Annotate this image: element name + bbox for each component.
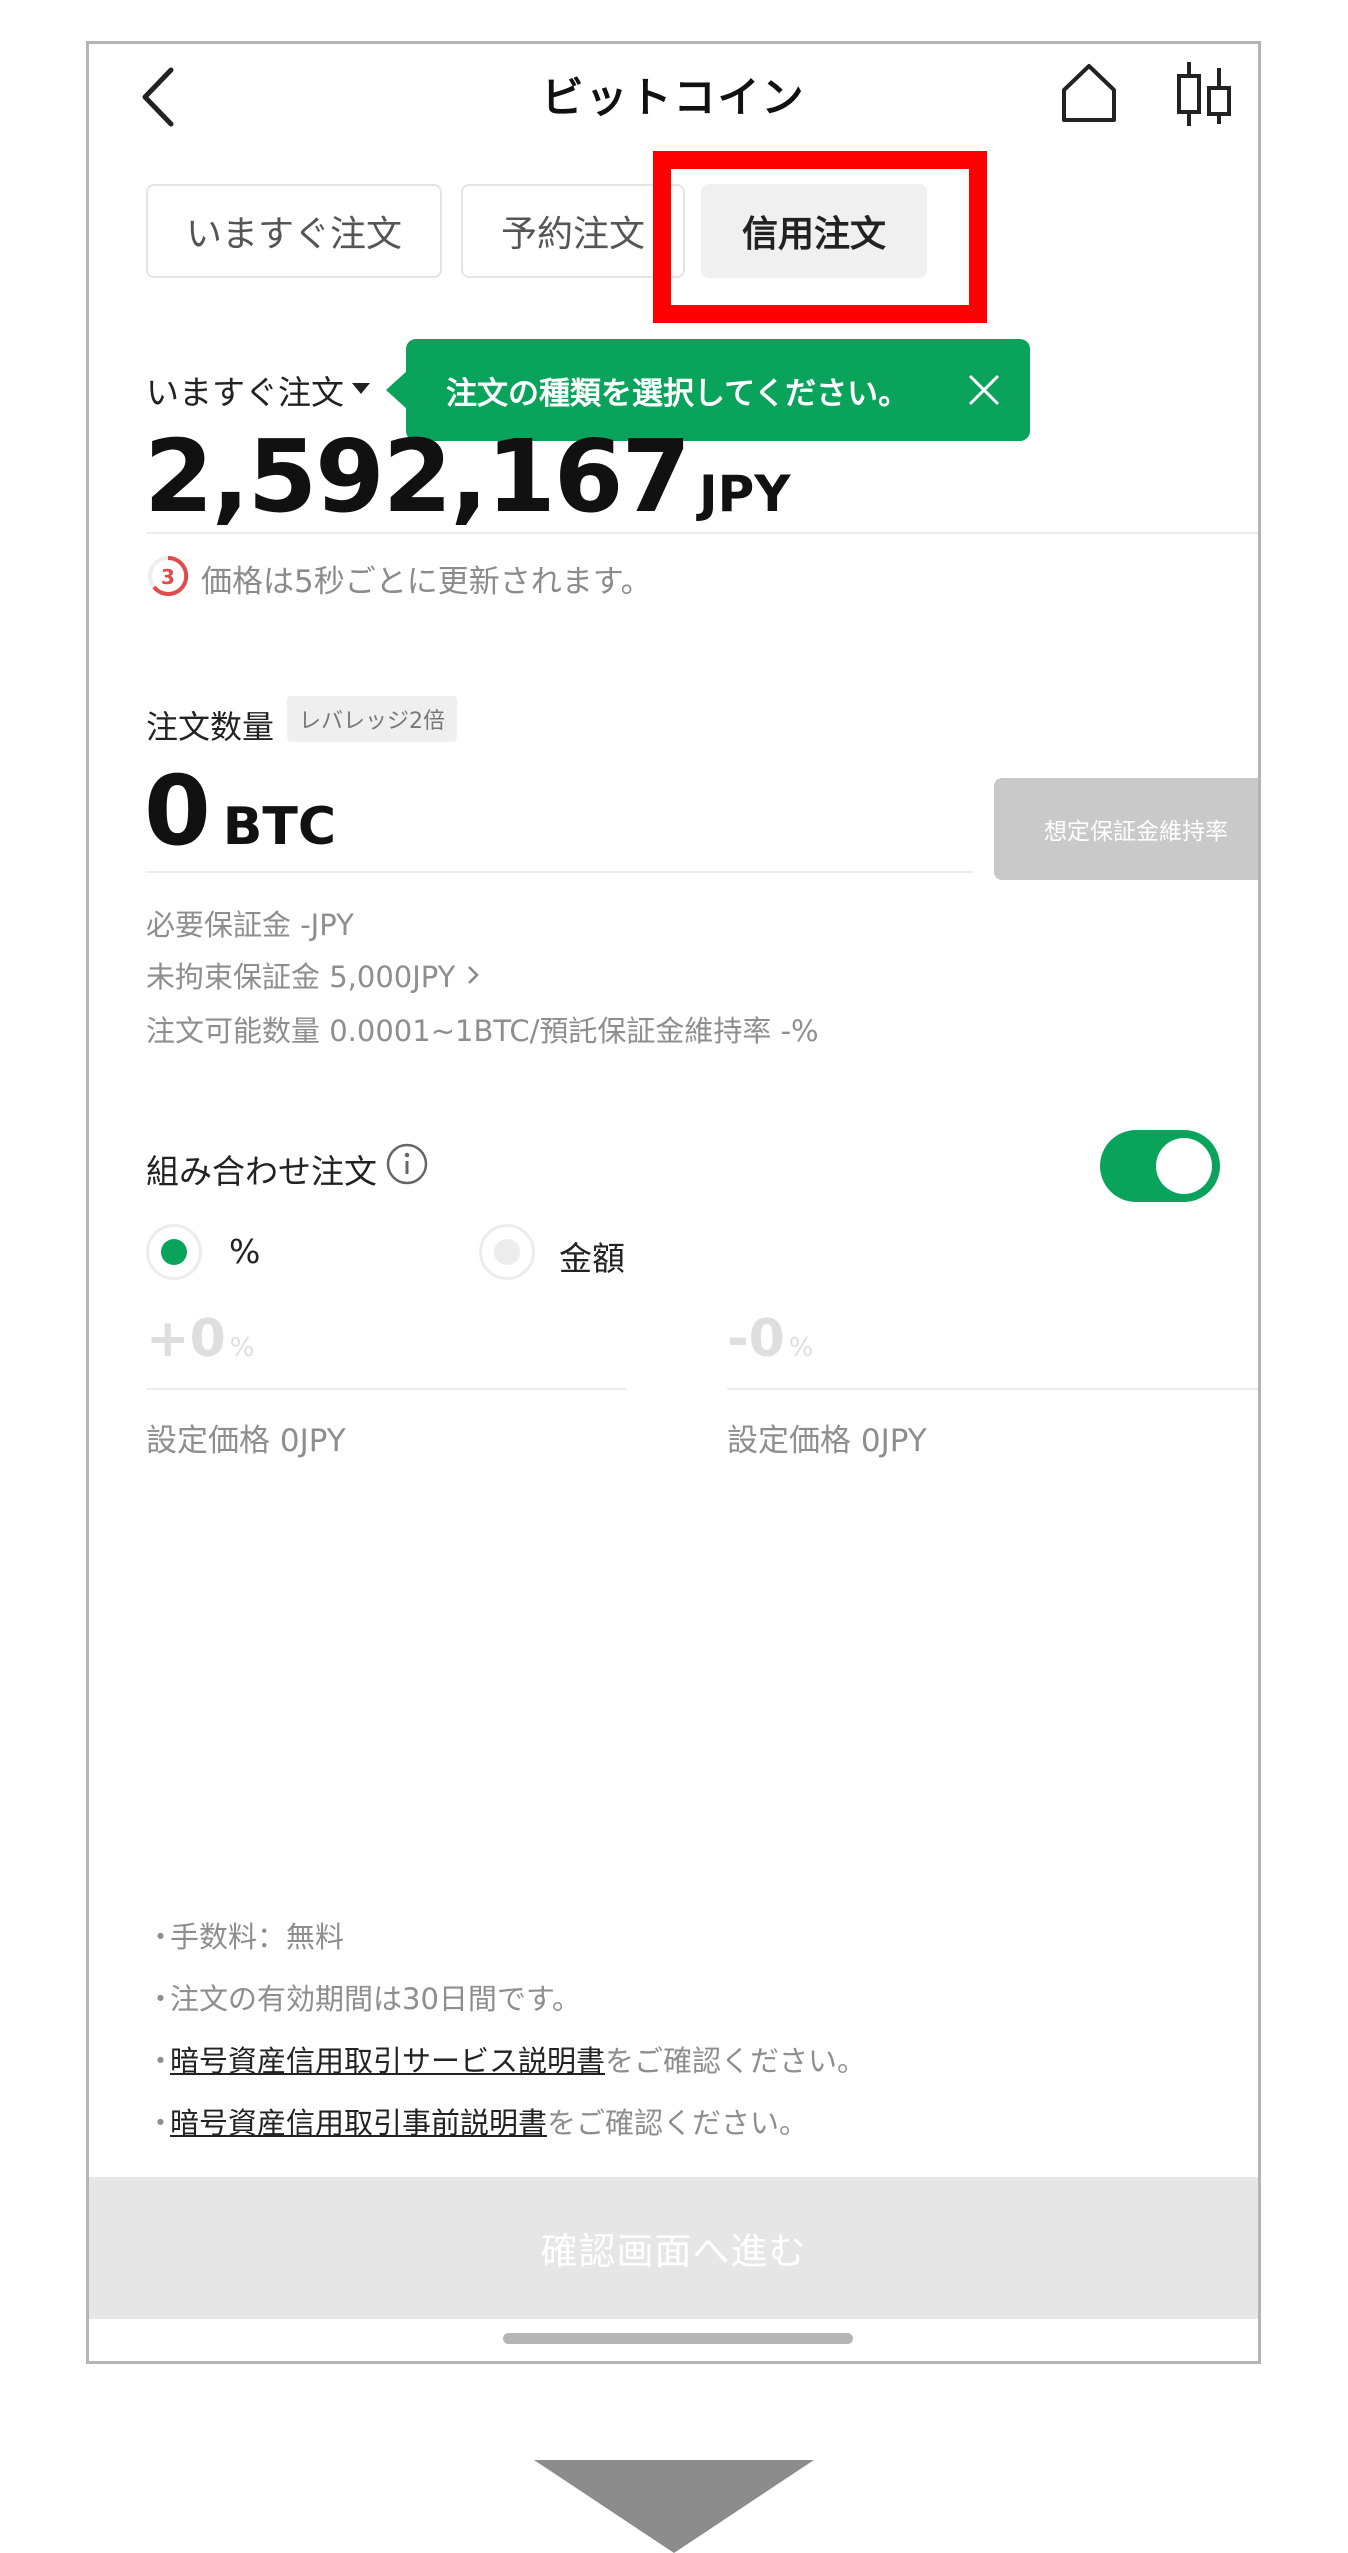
divider: [146, 1388, 626, 1390]
info-icon[interactable]: [385, 1142, 429, 1186]
refresh-note: 価格は5秒ごとに更新されます。: [201, 564, 652, 600]
chevron-right-icon: [468, 966, 480, 984]
highlight-box: [653, 151, 987, 323]
service-doc-link[interactable]: 暗号資産信用取引サービス説明書: [170, 2044, 605, 2078]
tab-instant-order[interactable]: いますぐ注文: [146, 184, 442, 278]
refresh-count: 3: [161, 565, 175, 589]
price-unit: JPY: [699, 465, 791, 523]
confirm-button[interactable]: 確認画面へ進む: [89, 2177, 1258, 2319]
order-type-dropdown[interactable]: いますぐ注文: [146, 366, 370, 414]
take-profit-set-price: 設定価格 0JPY: [146, 1423, 346, 1459]
quantity-value: 0: [144, 755, 211, 867]
quantity-unit: BTC: [222, 797, 337, 857]
take-profit-input[interactable]: +0%: [146, 1309, 254, 1369]
take-profit-value: +0: [146, 1309, 226, 1369]
order-type-label: いますぐ注文: [146, 373, 344, 412]
radio-percent-label: %: [229, 1232, 261, 1271]
price-value: 2,592,167: [144, 418, 691, 535]
pre-contract-doc-link[interactable]: 暗号資産信用取引事前説明書: [170, 2106, 547, 2140]
down-arrow-icon: [534, 2460, 814, 2553]
free-margin-text: 未拘束保証金 5,000JPY: [146, 960, 456, 994]
home-icon[interactable]: [1054, 58, 1124, 128]
current-price: 2,592,167 JPY: [144, 422, 791, 532]
free-margin-link[interactable]: 未拘束保証金 5,000JPY: [146, 954, 481, 996]
home-indicator: [503, 2333, 853, 2344]
estimated-margin-ratio-button[interactable]: 想定保証金維持率: [994, 778, 1258, 880]
refresh-countdown-icon: 3: [148, 555, 189, 596]
toggle-knob: [1156, 1138, 1212, 1194]
divider: [727, 1388, 1258, 1390]
take-profit-unit: %: [229, 1333, 255, 1363]
radio-amount[interactable]: [479, 1224, 535, 1280]
close-icon[interactable]: [966, 372, 1002, 408]
phone-screen: ビットコイン いますぐ注文 予約注文 信用注文 いますぐ注文 注文の種類を選択し…: [86, 41, 1261, 2364]
stop-loss-value: -0: [727, 1309, 785, 1369]
divider: [146, 871, 973, 873]
note-service-doc: ・暗号資産信用取引サービス説明書をご確認ください。: [146, 2044, 867, 2078]
candlestick-chart-icon[interactable]: [1169, 54, 1239, 134]
leverage-badge: レバレッジ2倍: [287, 696, 457, 742]
combo-order-toggle[interactable]: [1100, 1130, 1220, 1202]
note-pre-contract-doc: ・暗号資産信用取引事前説明書をご確認ください。: [146, 2106, 809, 2140]
stop-loss-set-price: 設定価格 0JPY: [727, 1423, 927, 1459]
radio-amount-label: 金額: [559, 1239, 625, 1278]
quantity-input[interactable]: 0 BTC: [144, 754, 336, 869]
tooltip-text: 注文の種類を選択してください。: [446, 375, 910, 412]
combo-order-label: 組み合わせ注文: [146, 1152, 377, 1191]
caret-down-icon: [352, 383, 370, 394]
radio-percent[interactable]: [146, 1224, 202, 1280]
quantity-label: 注文数量: [146, 708, 275, 746]
stop-loss-unit: %: [788, 1333, 814, 1363]
available-quantity: 注文可能数量 0.0001~1BTC/預託保証金維持率 -%: [146, 1014, 819, 1048]
stop-loss-input[interactable]: -0%: [727, 1309, 813, 1369]
tab-reserve-order[interactable]: 予約注文: [461, 184, 685, 278]
note-validity: ・注文の有効期間は30日間です。: [146, 1982, 582, 2016]
divider: [146, 532, 1258, 534]
required-margin: 必要保証金 -JPY: [146, 908, 354, 942]
note-fee: ・手数料：無料: [146, 1920, 345, 1954]
